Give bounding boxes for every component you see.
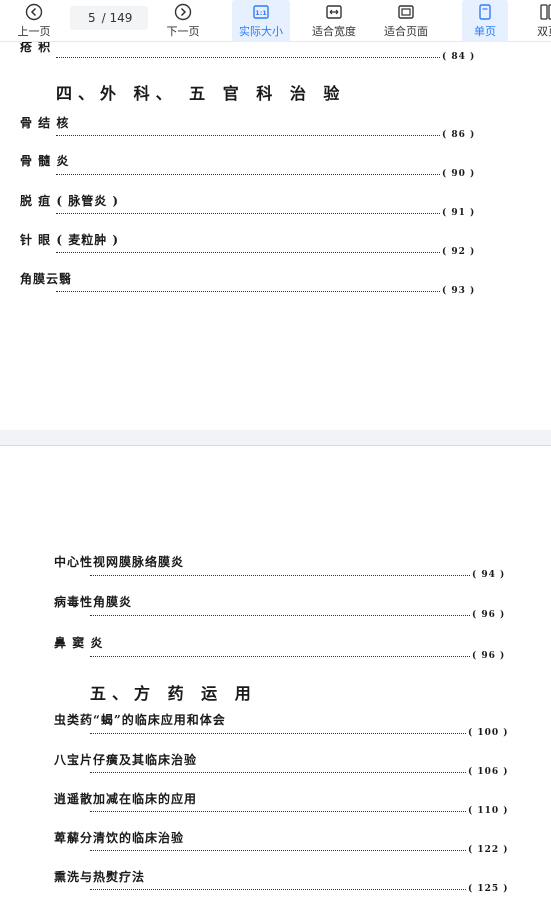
toc-leader-dots bbox=[90, 810, 466, 812]
page-number-field[interactable]: 5 / 149 bbox=[70, 6, 148, 30]
double-page-icon bbox=[540, 4, 551, 20]
toc-leader-dots bbox=[90, 655, 470, 657]
toc-leader-dots bbox=[90, 888, 466, 890]
section-heading: 五、方 药 运 用 bbox=[90, 684, 257, 703]
toc-entry-page: ( 96 ) bbox=[472, 610, 506, 620]
toc-entry-page: ( 122 ) bbox=[468, 845, 509, 855]
toc-leader-dots bbox=[56, 56, 440, 58]
document-view[interactable]: 疮 积 ( 84 ) 四、外 科、 五 官 科 治 验 骨 结 核 ( 86 )… bbox=[0, 42, 551, 902]
toc-leader-dots bbox=[56, 134, 440, 136]
actual-size-label: 实际大小 bbox=[239, 25, 283, 38]
toc-leader-dots bbox=[90, 574, 470, 576]
chevron-right-circle-icon bbox=[174, 3, 192, 21]
svg-text:1:1: 1:1 bbox=[255, 9, 267, 17]
toc-leader-dots bbox=[90, 849, 466, 851]
toc-entry-title: 病毒性角膜炎 bbox=[54, 595, 133, 609]
toc-entry-page: ( 125 ) bbox=[468, 884, 509, 894]
toc-entry-title: 虫类药“蝎”的临床应用和体会 bbox=[54, 713, 226, 727]
toc-entry-title: 骨 结 核 bbox=[20, 116, 70, 130]
toc-entry-page: ( 92 ) bbox=[442, 247, 476, 257]
toc-entry-title: 骨 髓 炎 bbox=[20, 154, 70, 168]
toc-leader-dots bbox=[90, 732, 466, 734]
prev-page-label: 上一页 bbox=[17, 25, 51, 38]
prev-page-button[interactable]: 上一页 bbox=[12, 0, 56, 42]
toc-entry-page: ( 94 ) bbox=[472, 570, 506, 580]
toc-entry-title: 疮 积 bbox=[20, 42, 52, 54]
single-page-icon bbox=[479, 4, 491, 20]
toc-entry-page: ( 84 ) bbox=[442, 52, 476, 62]
toc-leader-dots bbox=[90, 771, 466, 773]
toc-entry-title: 熏洗与热熨疗法 bbox=[54, 870, 146, 884]
next-page-label: 下一页 bbox=[166, 25, 200, 38]
section-heading: 四、外 科、 五 官 科 治 验 bbox=[56, 84, 346, 103]
toc-leader-dots bbox=[56, 173, 440, 175]
chevron-left-circle-icon bbox=[25, 3, 43, 21]
page-current[interactable]: 5 bbox=[88, 11, 96, 25]
fit-page-label: 适合页面 bbox=[384, 25, 428, 38]
toc-leader-dots bbox=[56, 290, 440, 292]
toc-entry-title: 针 眼 ( 麦粒肿 ) bbox=[20, 233, 120, 247]
toc-entry-page: ( 93 ) bbox=[442, 286, 476, 296]
next-page-button[interactable]: 下一页 bbox=[160, 0, 206, 42]
double-page-button[interactable]: 双页 bbox=[528, 0, 551, 42]
toc-entry-page: ( 100 ) bbox=[468, 728, 509, 738]
single-page-label: 单页 bbox=[474, 25, 496, 38]
page-separator bbox=[0, 430, 551, 446]
toc-entry-title: 逍遥散加减在临床的应用 bbox=[54, 792, 198, 806]
toc-entry-title: 鼻 窦 炎 bbox=[54, 636, 104, 650]
toc-entry-page: ( 86 ) bbox=[442, 130, 476, 140]
toc-entry-page: ( 96 ) bbox=[472, 651, 506, 661]
toc-entry-page: ( 106 ) bbox=[468, 767, 509, 777]
page-total: / 149 bbox=[101, 11, 133, 25]
toc-entry-page: ( 91 ) bbox=[442, 208, 476, 218]
actual-size-button[interactable]: 1:1 实际大小 bbox=[232, 0, 290, 42]
double-page-label: 双页 bbox=[537, 25, 551, 38]
toc-entry-title: 脱 疽 ( 脉管炎 ) bbox=[20, 194, 120, 208]
fit-page-icon bbox=[398, 5, 414, 19]
single-page-button[interactable]: 单页 bbox=[462, 0, 508, 42]
toc-leader-dots bbox=[56, 212, 440, 214]
actual-size-icon: 1:1 bbox=[253, 5, 269, 19]
toc-entry-page: ( 110 ) bbox=[468, 806, 509, 816]
toc-entry-title: 中心性视网膜脉络膜炎 bbox=[54, 555, 185, 569]
viewer-toolbar: 上一页 5 / 149 下一页 1:1 实际大小 适合宽度 适合页面 单页 双页 bbox=[0, 0, 551, 42]
fit-page-button[interactable]: 适合页面 bbox=[378, 0, 434, 42]
fit-width-label: 适合宽度 bbox=[312, 25, 356, 38]
toc-entry-page: ( 90 ) bbox=[442, 169, 476, 179]
toc-entry-title: 角膜云翳 bbox=[20, 272, 73, 286]
toc-leader-dots bbox=[90, 614, 470, 616]
toc-leader-dots bbox=[56, 251, 440, 253]
fit-width-button[interactable]: 适合宽度 bbox=[306, 0, 362, 42]
toc-entry-title: 萆薢分清饮的临床治验 bbox=[54, 831, 185, 845]
toc-entry-title: 八宝片仔癀及其临床治验 bbox=[54, 753, 198, 767]
fit-width-icon bbox=[326, 5, 342, 19]
